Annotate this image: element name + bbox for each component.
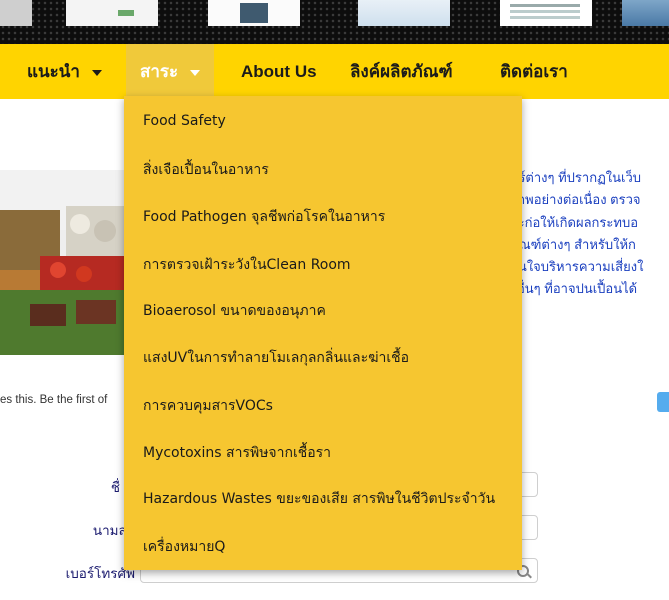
dropdown-item-food-contaminants[interactable]: สิ่งเจือเปื้อนในอาหาร (143, 159, 269, 181)
banner-thumbnail[interactable] (66, 0, 158, 26)
article-text-line: สินใจบริหารความเสี่ยงใ (510, 259, 644, 274)
banner-thumbnail[interactable] (208, 0, 300, 26)
nav-item-about-us[interactable]: About Us (241, 44, 317, 99)
nav-item-label: ลิงค์ผลิตภัณฑ์ (350, 62, 453, 81)
main-nav-bar: แนะนำ สาระ About Us ลิงค์ผลิตภัณฑ์ ติดต่… (0, 44, 669, 99)
banner-thumbnail[interactable] (500, 0, 592, 26)
twitter-icon[interactable] (657, 392, 669, 412)
facebook-like-text: es this. Be the first of (0, 394, 108, 406)
dropdown-item-food-safety[interactable]: Food Safety (143, 113, 226, 129)
article-text-line: กาพอย่างต่อเนื่อง ตรวจ (510, 192, 641, 207)
article-text-line: ะอื่นๆ ที่อาจปนเปื้อนได้ (510, 281, 638, 296)
articles-dropdown-menu: Food Safety สิ่งเจือเปื้อนในอาหาร Food P… (124, 96, 522, 570)
dropdown-item-food-pathogen[interactable]: Food Pathogen จุลชีพก่อโรคในอาหาร (143, 206, 385, 228)
food-collage-image (0, 170, 126, 355)
dropdown-item-vocs[interactable]: การควบคุมสารVOCs (143, 395, 273, 417)
header-banner (0, 0, 669, 44)
banner-thumbnail[interactable] (622, 0, 669, 26)
caret-down-icon (91, 69, 102, 76)
nav-item-articles[interactable]: สาระ (126, 44, 215, 99)
nav-item-label: สาระ (140, 62, 179, 81)
banner-thumbnail[interactable] (358, 0, 450, 26)
dropdown-item-clean-room[interactable]: การตรวจเฝ้าระวังในClean Room (143, 254, 351, 276)
dropdown-item-uv-light[interactable]: แสงUVในการทำลายโมเลกุลกลิ่นและฆ่าเชื้อ (143, 347, 409, 369)
dropdown-item-bioaerosol[interactable]: Bioaerosol ขนาดของอนุภาค (143, 300, 326, 322)
nav-item-contact[interactable]: ติดต่อเรา (500, 44, 568, 99)
dropdown-item-hazardous-wastes[interactable]: Hazardous Wastes ขยะของเสีย สารพิษในชีวิ… (143, 488, 495, 510)
nav-item-label: ติดต่อเรา (500, 62, 568, 81)
nav-item-label: แนะนำ (27, 62, 80, 81)
nav-item-product-links[interactable]: ลิงค์ผลิตภัณฑ์ (350, 44, 453, 99)
first-name-label: ชื่ (110, 480, 120, 495)
article-text-line: ภัณฑ์ต่างๆ สำหรับให้ก (510, 237, 636, 252)
dropdown-item-mycotoxins[interactable]: Mycotoxins สารพิษจากเชื้อรา (143, 442, 331, 464)
article-text-line: ตร์ต่างๆ ที่ปรากฏในเว็บ (510, 170, 642, 185)
banner-thumbnail[interactable] (0, 0, 32, 26)
dropdown-item-q-mark[interactable]: เครื่องหมายQ (143, 536, 225, 558)
article-text-line: จะก่อให้เกิดผลกระทบอ (510, 215, 639, 230)
nav-item-label: About Us (241, 62, 317, 81)
nav-item-introduction[interactable]: แนะนำ (27, 44, 102, 99)
caret-down-icon (190, 69, 201, 76)
